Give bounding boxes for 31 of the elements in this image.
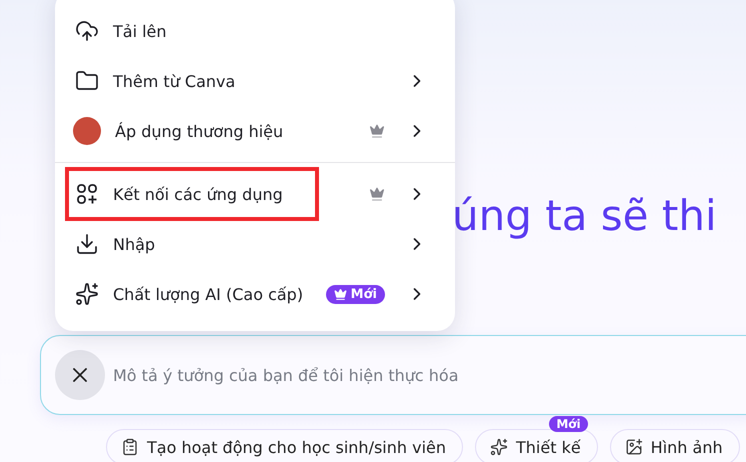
prompt-input[interactable]: Mô tả ý tưởng của bạn để tôi hiện thực hóa <box>111 364 746 386</box>
sparkles-icon <box>490 438 508 456</box>
close-button[interactable] <box>55 350 105 400</box>
menu-item-label: Chất lượng AI (Cao cấp) <box>113 284 304 304</box>
suggestion-chip[interactable]: Tạo hoạt động cho học sinh/sinh viên <box>106 429 463 462</box>
avatar <box>73 117 101 145</box>
menu-item-label: Nhập <box>113 234 156 254</box>
menu-item[interactable]: Chất lượng AI (Cao cấp) Mới <box>55 269 455 319</box>
new-badge: Mới <box>549 416 588 432</box>
menu-item[interactable]: Nhập <box>55 219 455 269</box>
apps-grid-icon <box>75 182 99 206</box>
sparkles-icon <box>75 282 99 306</box>
suggestion-chip[interactable]: Thiết kế <box>475 429 598 462</box>
image-icon <box>624 438 643 456</box>
menu-item[interactable]: Thêm từ Canva <box>55 56 455 106</box>
download-icon <box>75 232 99 256</box>
folder-icon <box>75 69 99 93</box>
menu-item[interactable]: Tải lên <box>55 6 455 56</box>
clipboard-icon <box>121 438 139 456</box>
crown-icon <box>334 288 347 300</box>
headline: úng ta sẽ thi <box>452 190 717 242</box>
new-badge: Mới <box>326 284 385 304</box>
prompt-box[interactable]: Mô tả ý tưởng của bạn để tôi hiện thực hóa <box>40 335 746 415</box>
menu-item-label: Áp dụng thương hiệu <box>115 122 284 140</box>
menu-item-label: Tải lên <box>113 22 168 40</box>
menu-item[interactable]: Áp dụng thương hiệu <box>55 106 455 156</box>
menu-item-label: Kết nối các ứng dụng <box>113 184 284 204</box>
cloud-upload-icon <box>75 19 99 43</box>
suggestion-chip[interactable]: Hình ảnh <box>610 429 740 462</box>
menu-item-label: Thêm từ Canva <box>113 72 236 90</box>
menu-item[interactable]: Kết nối các ứng dụng <box>55 169 455 219</box>
